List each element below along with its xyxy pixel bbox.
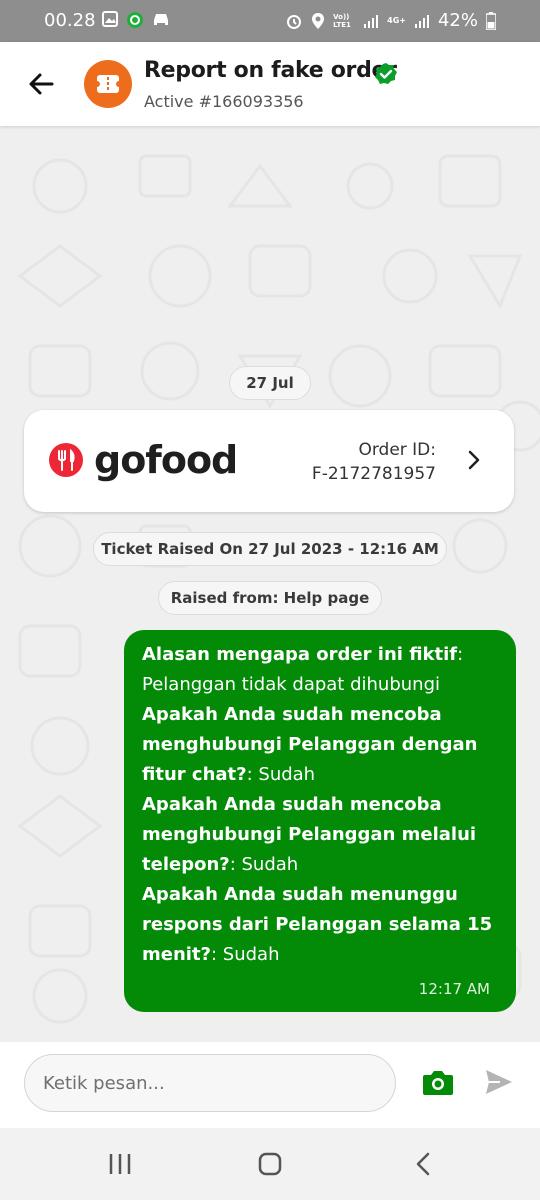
message-input[interactable]: Ketik pesan... bbox=[24, 1054, 396, 1112]
chat-header: Report on fake order Active #166093356 bbox=[0, 42, 540, 126]
alarm-icon bbox=[287, 14, 302, 29]
message-input-placeholder: Ketik pesan... bbox=[43, 1073, 165, 1094]
status-system-icons: Vo)) LTE1 4G+ 42% bbox=[285, 10, 496, 31]
back-arrow-icon bbox=[29, 73, 54, 95]
ticket-raised-info: Ticket Raised On 27 Jul 2023 - 12:16 AM bbox=[93, 532, 447, 566]
send-icon[interactable] bbox=[484, 1068, 514, 1096]
gofood-wordmark: gofood bbox=[94, 438, 238, 482]
raised-from-info: Raised from: Help page bbox=[158, 581, 382, 615]
network-4g-label: 4G+ bbox=[387, 15, 406, 25]
question-3: Apakah Anda sudah mencoba menghubungi Pe… bbox=[142, 794, 477, 875]
location-icon bbox=[312, 12, 325, 29]
question-1: Alasan mengapa order ini fiktif bbox=[142, 644, 458, 665]
system-navigation-bar bbox=[0, 1128, 540, 1200]
camera-icon[interactable] bbox=[422, 1068, 454, 1096]
signal-icon-2 bbox=[414, 14, 429, 28]
message-timestamp: 12:17 AM bbox=[418, 980, 490, 998]
gojek-notification-icon bbox=[127, 12, 143, 28]
chevron-right-icon bbox=[468, 450, 480, 470]
question-4: Apakah Anda sudah menunggu respons dari … bbox=[142, 884, 493, 965]
battery-percent: 42% bbox=[437, 10, 478, 31]
back-nav-icon[interactable] bbox=[410, 1150, 438, 1178]
battery-icon bbox=[486, 11, 496, 30]
message-composer: Ketik pesan... bbox=[0, 1042, 540, 1128]
car-icon bbox=[154, 14, 168, 25]
page-title: Report on fake order bbox=[144, 58, 397, 83]
date-separator: 27 Jul bbox=[229, 366, 311, 400]
verified-check-icon bbox=[375, 63, 397, 84]
answer-1: Pelanggan tidak dapat dihubungi bbox=[142, 674, 441, 695]
recents-icon[interactable] bbox=[106, 1150, 134, 1178]
answer-2: Sudah bbox=[258, 764, 316, 785]
gofood-utensils-icon bbox=[49, 443, 83, 477]
order-id-value: F-2172781957 bbox=[311, 464, 436, 484]
message-bubble[interactable]: Alasan mengapa order ini fiktif: Pelangg… bbox=[124, 630, 516, 1012]
home-icon[interactable] bbox=[256, 1150, 284, 1178]
ticket-icon bbox=[94, 75, 122, 93]
status-notification-icons bbox=[102, 11, 170, 29]
ticket-status: Active #166093356 bbox=[144, 92, 304, 111]
answer-4: Sudah bbox=[222, 944, 280, 965]
answer-3: Sudah bbox=[241, 854, 299, 875]
order-card[interactable]: gofood Order ID: F-2172781957 bbox=[24, 410, 514, 512]
gallery-icon bbox=[102, 11, 118, 27]
status-time: 00.28 bbox=[44, 10, 96, 31]
chat-area[interactable]: 27 Jul gofood Order ID: F-2172781957 Tic… bbox=[0, 126, 540, 1042]
order-id-label: Order ID: bbox=[358, 440, 436, 460]
status-bar: 00.28 Vo)) LTE1 4G+ 42% bbox=[0, 0, 540, 42]
gofood-logo: gofood bbox=[48, 438, 238, 482]
message-text: Alasan mengapa order ini fiktif: Pelangg… bbox=[142, 644, 493, 965]
network-lte-label: Vo)) LTE1 bbox=[333, 12, 351, 29]
signal-icon-1 bbox=[364, 14, 379, 28]
avatar[interactable] bbox=[84, 60, 132, 108]
back-button[interactable] bbox=[24, 66, 60, 102]
